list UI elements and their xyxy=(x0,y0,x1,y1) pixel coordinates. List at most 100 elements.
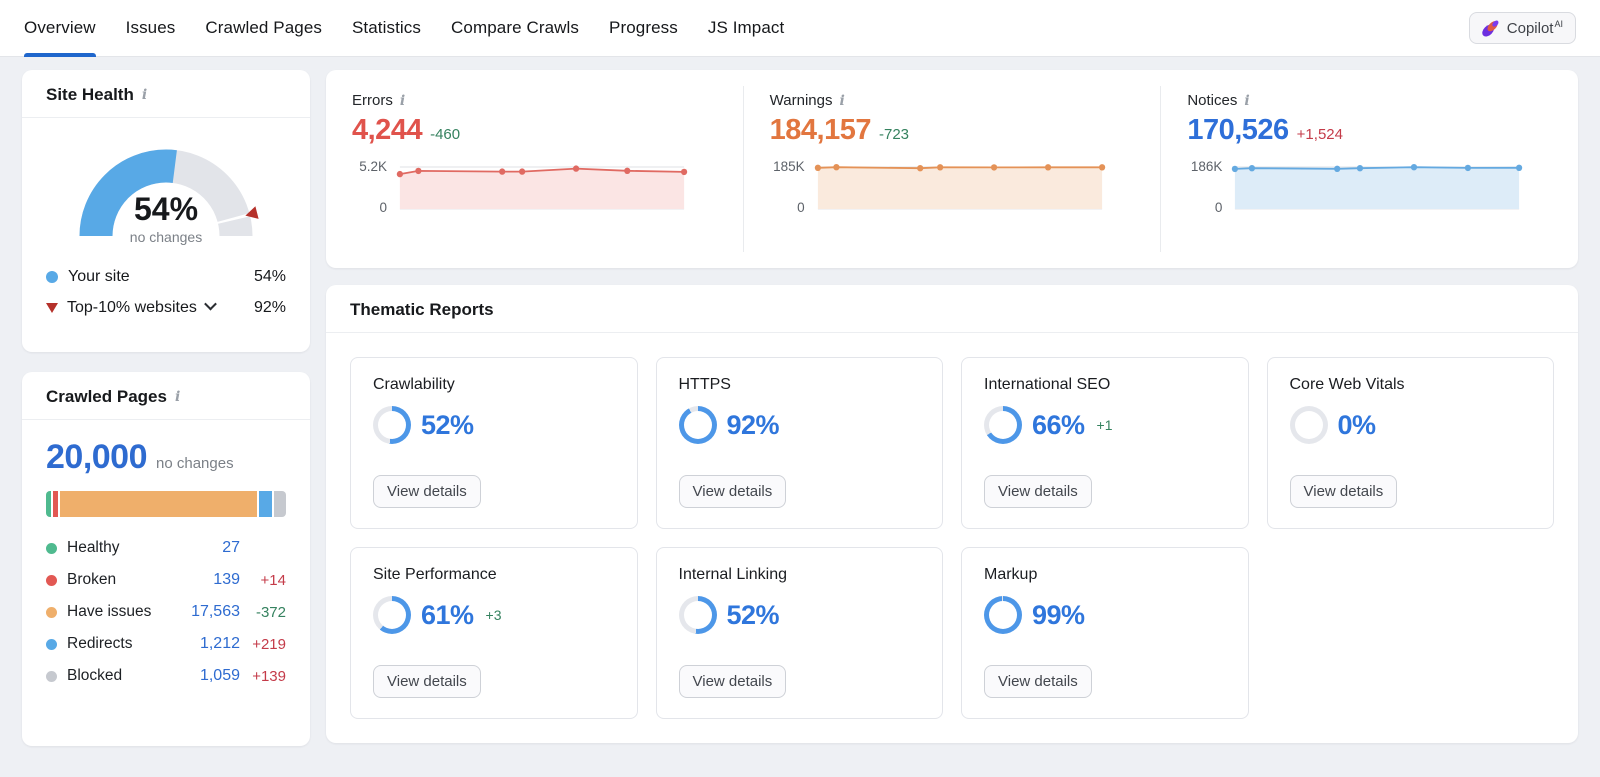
view-details-button[interactable]: View details xyxy=(984,475,1092,508)
core-web-vitals-donut xyxy=(1289,406,1328,444)
report-title: Markup xyxy=(984,566,1038,583)
bar-segment-have-issues[interactable] xyxy=(60,491,257,517)
tab-statistics[interactable]: Statistics xyxy=(352,0,421,56)
info-icon[interactable]: i xyxy=(1244,94,1249,108)
core-web-vitals-percent: 0% xyxy=(1337,409,1377,440)
bar-segment-healthy[interactable] xyxy=(46,491,51,517)
crawled-pages-stacked-bar xyxy=(46,491,286,517)
tab-js-impact[interactable]: JS Impact xyxy=(708,0,784,56)
blocked-label: Blocked xyxy=(67,667,123,684)
crawled-pages-change: no changes xyxy=(156,455,234,472)
redirects-delta: +219 xyxy=(252,635,286,653)
notices-ymin-label: 0 xyxy=(1214,200,1223,215)
notices-title: Notices xyxy=(1187,92,1238,109)
warnings-ymin-label: 0 xyxy=(797,200,805,215)
errors-ymin-label: 0 xyxy=(379,200,387,215)
bar-segment-blocked[interactable] xyxy=(274,491,286,517)
legend-row-have-issues: Have issues 17,563 -372 xyxy=(46,596,286,628)
view-details-button[interactable]: View details xyxy=(373,475,481,508)
thematic-reports-header: Thematic Reports xyxy=(326,285,1578,333)
tab-compare-crawls[interactable]: Compare Crawls xyxy=(451,0,579,56)
view-details-button[interactable]: View details xyxy=(678,475,787,508)
site-performance-delta: +3 xyxy=(485,607,502,623)
errors-ymax-label: 5.2K xyxy=(359,159,387,174)
crawled-pages-total: 20,000 xyxy=(46,438,148,476)
tab-issues[interactable]: Issues xyxy=(126,0,176,56)
warnings-trend-chart xyxy=(814,157,1106,215)
report-title: HTTPS xyxy=(678,376,731,393)
notices-section: Notices i 170,526 +1,524 186K 0 xyxy=(1160,86,1578,252)
blocked-delta: +139 xyxy=(252,667,286,685)
errors-value[interactable]: 4,244 xyxy=(352,114,423,147)
nav-tabs: Overview Issues Crawled Pages Statistics… xyxy=(24,0,784,57)
info-icon[interactable]: i xyxy=(175,390,180,404)
broken-dot xyxy=(46,574,57,586)
legend-row-top10[interactable]: Top-10% websites 92% xyxy=(46,292,286,323)
view-details-button[interactable]: View details xyxy=(678,665,787,698)
redirects-dot xyxy=(46,638,57,650)
copilot-label: CopilotAI xyxy=(1506,19,1563,37)
tab-progress[interactable]: Progress xyxy=(609,0,678,56)
legend-row-broken: Broken 139 +14 xyxy=(46,564,286,596)
markup-percent: 99% xyxy=(1032,599,1085,630)
info-icon[interactable]: i xyxy=(839,94,844,108)
report-title: Crawlability xyxy=(373,376,455,393)
broken-delta: +14 xyxy=(260,571,286,589)
errors-trend-chart xyxy=(396,157,688,215)
markup-donut xyxy=(984,596,1022,634)
warnings-value[interactable]: 184,157 xyxy=(770,114,872,147)
your-site-dot xyxy=(46,270,58,283)
warnings-title: Warnings xyxy=(769,92,833,109)
copilot-button[interactable]: CopilotAI xyxy=(1468,12,1576,44)
site-performance-percent: 61% xyxy=(421,599,474,630)
site-health-gauge: 54% no changes xyxy=(62,132,270,249)
have-issues-label: Have issues xyxy=(67,603,152,620)
site-health-legend: Your site 54% Top-10% websites 92% xyxy=(22,261,310,323)
report-site-performance: Site Performance 61% +3 View details xyxy=(350,547,638,719)
report-international-seo: International SEO 66% +1 View details xyxy=(961,357,1249,529)
legend-row-blocked: Blocked 1,059 +139 xyxy=(46,660,286,692)
report-internal-linking: Internal Linking 52% View details xyxy=(655,547,943,719)
bar-segment-redirects[interactable] xyxy=(258,491,273,517)
copilot-icon xyxy=(1482,20,1499,37)
notices-value[interactable]: 170,526 xyxy=(1187,114,1289,147)
errors-y-axis: 5.2K 0 xyxy=(352,157,396,215)
tab-crawled-pages[interactable]: Crawled Pages xyxy=(205,0,322,56)
redirects-value[interactable]: 1,212 xyxy=(200,635,240,653)
report-markup: Markup 99% View details xyxy=(961,547,1249,719)
site-health-title: Site Health xyxy=(46,85,134,104)
view-details-button[interactable]: View details xyxy=(984,665,1092,698)
broken-value[interactable]: 139 xyxy=(213,571,240,589)
main-content: Site Health i 54% no changes Your site 5… xyxy=(0,57,1600,759)
issues-summary-card: Errors i 4,244 -460 5.2K 0 Warnings i 18… xyxy=(326,70,1578,268)
crawlability-percent: 52% xyxy=(421,409,474,440)
internal-linking-donut xyxy=(678,596,717,634)
view-details-button[interactable]: View details xyxy=(1289,475,1398,508)
redirects-label: Redirects xyxy=(67,635,133,652)
blocked-value[interactable]: 1,059 xyxy=(200,667,240,685)
report-crawlability: Crawlability 52% View details xyxy=(350,357,638,529)
have-issues-value[interactable]: 17,563 xyxy=(191,603,240,621)
warnings-delta: -723 xyxy=(879,126,910,143)
notices-delta: +1,524 xyxy=(1296,126,1343,143)
healthy-value[interactable]: 27 xyxy=(222,539,240,557)
warnings-y-axis: 185K 0 xyxy=(770,157,814,215)
chevron-down-icon[interactable] xyxy=(203,297,217,311)
bar-segment-broken[interactable] xyxy=(53,491,58,517)
legend-row-healthy: Healthy 27 xyxy=(46,532,286,564)
gauge-center-label: 54% no changes xyxy=(62,191,270,245)
info-icon[interactable]: i xyxy=(400,94,405,108)
top-navigation: Overview Issues Crawled Pages Statistics… xyxy=(0,0,1600,57)
healthy-dot xyxy=(46,542,57,554)
warnings-section: Warnings i 184,157 -723 185K 0 xyxy=(742,86,1161,252)
have-issues-dot xyxy=(46,606,57,618)
site-health-change: no changes xyxy=(129,229,203,245)
report-core-web-vitals: Core Web Vitals 0% View details xyxy=(1266,357,1554,529)
top10-label: Top-10% websites xyxy=(67,298,197,316)
tab-overview[interactable]: Overview xyxy=(24,0,96,57)
info-icon[interactable]: i xyxy=(142,88,147,102)
your-site-label: Your site xyxy=(68,267,130,285)
right-column: Errors i 4,244 -460 5.2K 0 Warnings i 18… xyxy=(326,70,1578,759)
view-details-button[interactable]: View details xyxy=(373,665,481,698)
top10-value: 92% xyxy=(253,298,286,316)
